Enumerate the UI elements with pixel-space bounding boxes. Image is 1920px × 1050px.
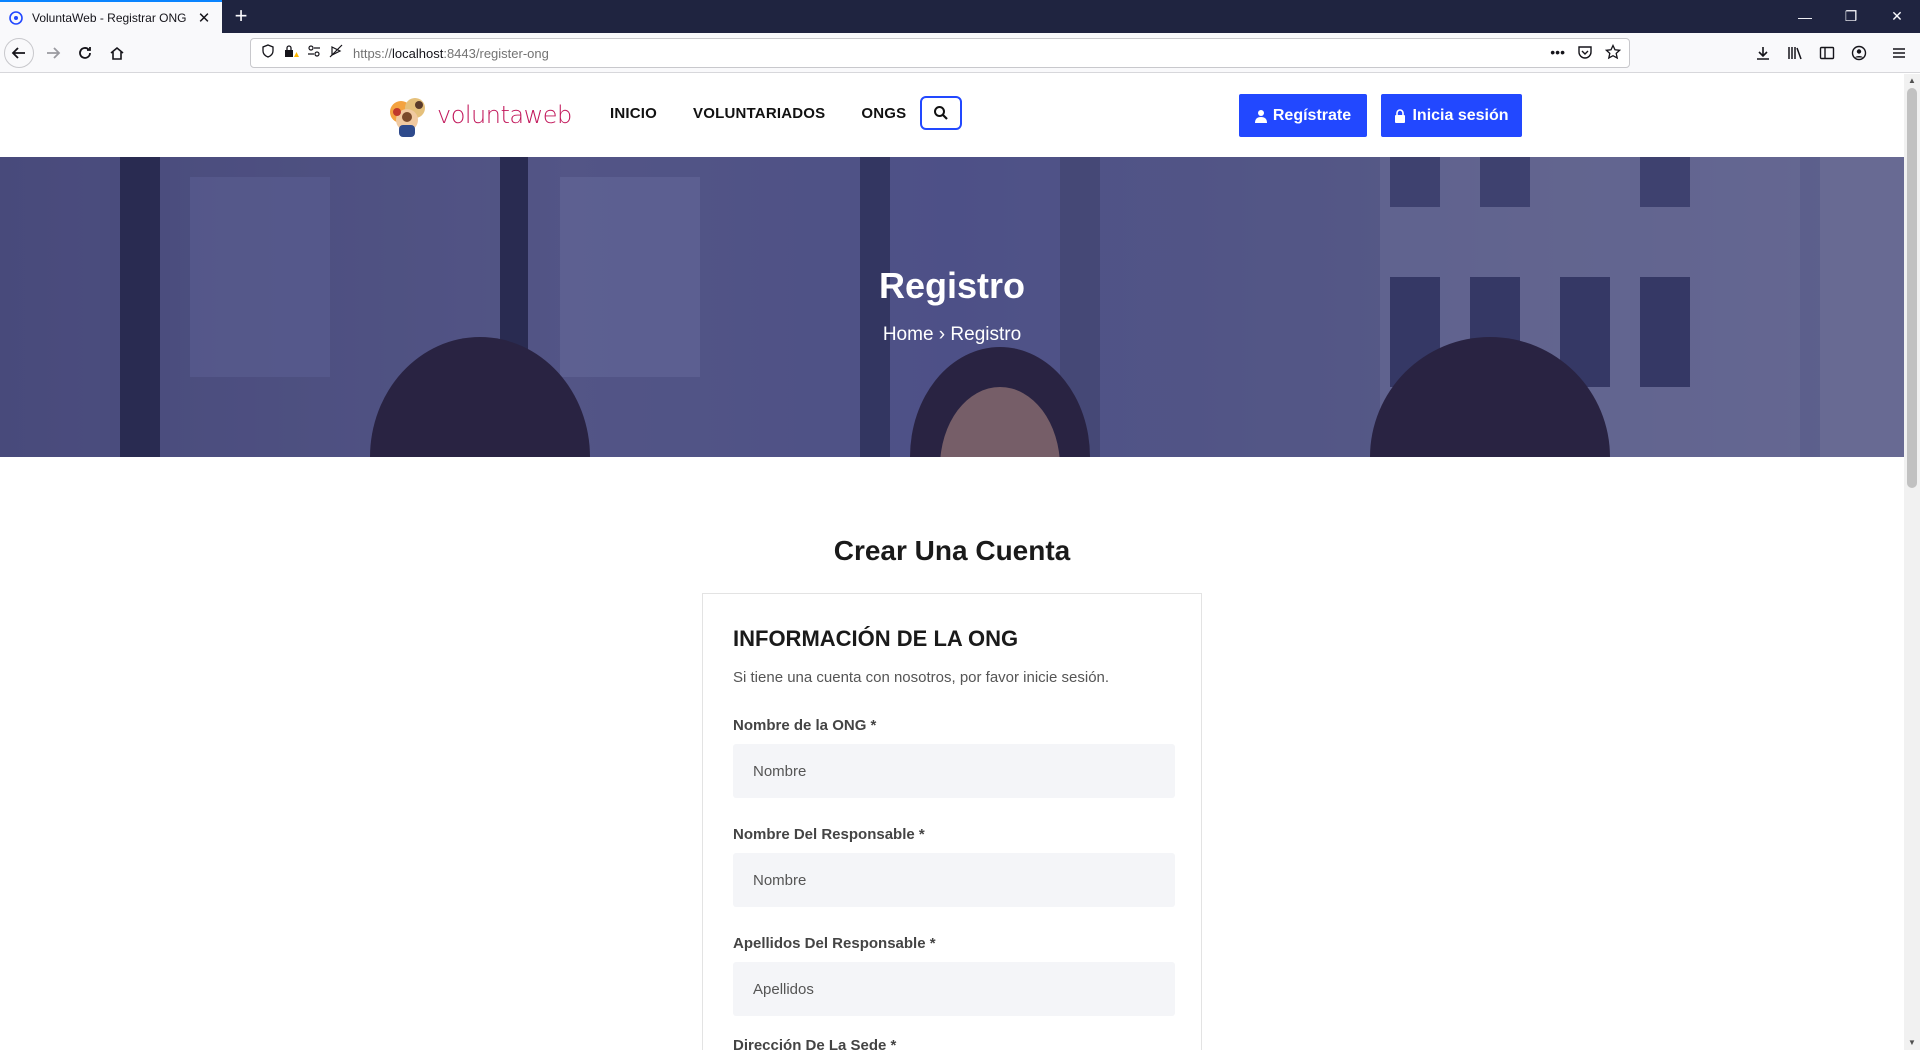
voluntaweb-logo[interactable]: voluntaweb bbox=[385, 90, 572, 140]
sidebar-icon bbox=[1819, 46, 1835, 60]
autoplay-blocked-icon[interactable] bbox=[329, 44, 343, 63]
tab-close-icon[interactable]: ✕ bbox=[194, 9, 214, 27]
search-icon bbox=[934, 106, 948, 120]
new-tab-button[interactable]: + bbox=[228, 4, 254, 30]
form-card-subtitle: Si tiene una cuenta con nosotros, por fa… bbox=[733, 669, 1110, 686]
headquarters-address-label: Dirección De La Sede * bbox=[733, 1037, 897, 1050]
forward-arrow-icon bbox=[47, 47, 61, 59]
breadcrumb: Home › Registro bbox=[0, 324, 1904, 346]
ngo-name-label: Nombre de la ONG * bbox=[733, 717, 877, 734]
minimize-window-button[interactable]: — bbox=[1782, 0, 1828, 33]
breadcrumb-home-link[interactable]: Home bbox=[883, 324, 934, 345]
home-icon bbox=[110, 46, 124, 60]
responsible-surname-input[interactable] bbox=[733, 962, 1175, 1016]
form-card-title: INFORMACIÓN DE LA ONG bbox=[733, 626, 1019, 651]
tab-title: VoluntaWeb - Registrar ONG bbox=[32, 10, 187, 25]
reload-icon bbox=[79, 47, 91, 59]
lock-icon bbox=[1395, 108, 1406, 123]
register-button[interactable]: Regístrate bbox=[1239, 94, 1367, 137]
browser-tab-active[interactable]: VoluntaWeb - Registrar ONG ✕ bbox=[0, 0, 222, 33]
hero-title: Registro bbox=[878, 265, 1026, 306]
sidebar-toggle-button[interactable] bbox=[1812, 38, 1842, 68]
ngo-name-input[interactable] bbox=[733, 744, 1175, 798]
scroll-down-arrow-icon[interactable]: ▼ bbox=[1904, 1036, 1920, 1050]
reload-button[interactable] bbox=[70, 38, 100, 68]
responsible-name-label: Nombre Del Responsable * bbox=[733, 826, 925, 843]
nav-item-inicio[interactable]: INICIO bbox=[610, 105, 657, 122]
scroll-up-arrow-icon[interactable]: ▲ bbox=[1904, 74, 1920, 88]
app-menu-button[interactable] bbox=[1884, 38, 1914, 68]
site-favicon-icon bbox=[8, 10, 24, 26]
pocket-icon[interactable] bbox=[1577, 44, 1593, 65]
nav-item-voluntariados[interactable]: VOLUNTARIADOS bbox=[693, 105, 825, 122]
search-button[interactable] bbox=[920, 96, 962, 130]
permissions-icon[interactable] bbox=[307, 44, 321, 63]
hero-overlay bbox=[0, 157, 1904, 457]
responsible-surname-label: Apellidos Del Responsable * bbox=[733, 935, 936, 952]
logo-people-icon bbox=[390, 98, 425, 137]
download-icon bbox=[1757, 47, 1769, 60]
create-account-heading: Crear Una Cuenta bbox=[833, 535, 1071, 566]
back-button[interactable] bbox=[4, 38, 34, 68]
nav-item-ongs[interactable]: ONGS bbox=[861, 105, 906, 122]
main-nav: INICIO VOLUNTARIADOS ONGS bbox=[610, 105, 906, 122]
home-button[interactable] bbox=[102, 38, 132, 68]
user-icon bbox=[1254, 109, 1267, 123]
login-button[interactable]: Inicia sesión bbox=[1381, 94, 1522, 137]
url-text[interactable]: https://localhost:8443/register-ong bbox=[353, 46, 549, 61]
hero-banner: Registro Home › Registro bbox=[0, 157, 1904, 457]
browser-tab-strip: VoluntaWeb - Registrar ONG ✕ + — ❐ ✕ bbox=[0, 0, 1920, 33]
breadcrumb-current: Registro bbox=[950, 324, 1022, 345]
forward-button[interactable] bbox=[38, 38, 68, 68]
library-icon bbox=[1788, 47, 1802, 60]
restore-window-button[interactable]: ❐ bbox=[1828, 0, 1874, 33]
breadcrumb-separator-icon: › bbox=[938, 324, 946, 345]
account-icon bbox=[1851, 45, 1867, 61]
site-header: voluntaweb INICIO VOLUNTARIADOS ONGS Reg… bbox=[0, 74, 1904, 157]
address-bar[interactable]: https://localhost:8443/register-ong ••• bbox=[250, 38, 1630, 68]
responsible-name-input[interactable] bbox=[733, 853, 1175, 907]
back-arrow-icon bbox=[11, 47, 25, 59]
bookmark-star-icon[interactable] bbox=[1604, 43, 1622, 65]
downloads-button[interactable] bbox=[1748, 38, 1778, 68]
hamburger-menu-icon bbox=[1893, 48, 1905, 58]
scrollbar-thumb[interactable] bbox=[1907, 88, 1917, 488]
web-page: voluntaweb INICIO VOLUNTARIADOS ONGS Reg… bbox=[0, 74, 1904, 1050]
tracking-protection-shield-icon[interactable] bbox=[261, 43, 275, 63]
account-button[interactable] bbox=[1844, 38, 1874, 68]
ngo-registration-form: INFORMACIÓN DE LA ONG Si tiene una cuent… bbox=[702, 593, 1202, 1050]
browser-toolbar: https://localhost:8443/register-ong ••• bbox=[0, 33, 1920, 73]
insecure-lock-warning-icon[interactable] bbox=[283, 44, 299, 63]
page-actions-menu-icon[interactable]: ••• bbox=[1550, 44, 1565, 65]
library-button[interactable] bbox=[1780, 38, 1810, 68]
logo-text: voluntaweb bbox=[437, 101, 572, 129]
close-window-button[interactable]: ✕ bbox=[1874, 0, 1920, 33]
page-scrollbar[interactable]: ▲ ▼ bbox=[1904, 74, 1920, 1050]
